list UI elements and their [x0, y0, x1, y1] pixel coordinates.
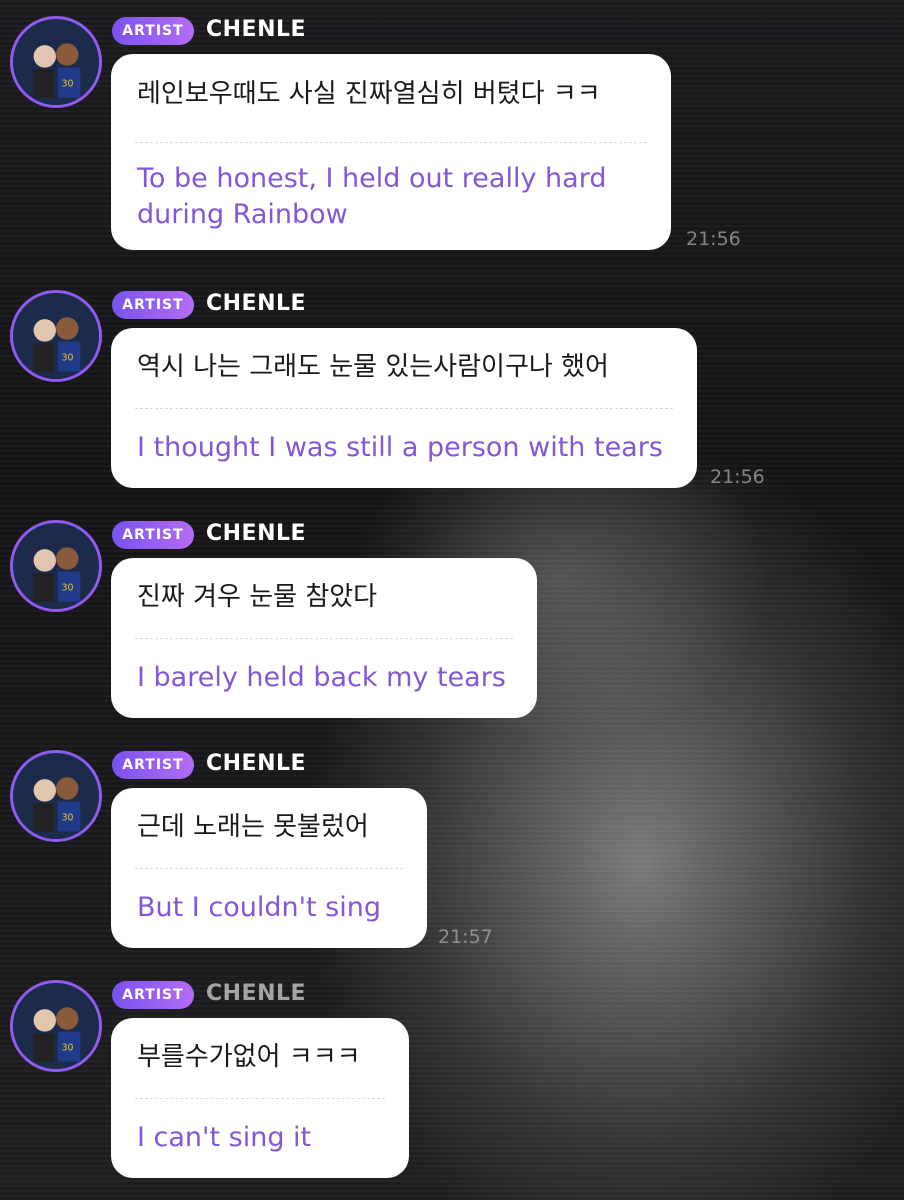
- artist-badge: ARTIST: [112, 17, 194, 45]
- message-bubble[interactable]: 레인보우때도 사실 진짜열심히 버텼다 ㅋㅋ To be honest, I h…: [111, 54, 671, 250]
- artist-badge: ARTIST: [112, 521, 194, 549]
- avatar[interactable]: 30: [10, 980, 102, 1072]
- sender-name: CHENLE: [206, 751, 307, 776]
- timestamp: 21:56: [710, 466, 765, 488]
- original-text: 근데 노래는 못불렀어: [137, 812, 369, 842]
- sender-name: CHENLE: [206, 291, 307, 316]
- original-text: 진짜 겨우 눈물 참았다: [137, 582, 378, 612]
- svg-text:30: 30: [62, 1042, 74, 1053]
- message-bubble[interactable]: 진짜 겨우 눈물 참았다 I barely held back my tears: [111, 558, 537, 718]
- avatar[interactable]: 30: [10, 290, 102, 382]
- original-text: 역시 나는 그래도 눈물 있는사람이구나 했어: [137, 352, 609, 382]
- timestamp: 21:56: [686, 228, 741, 250]
- message-bubble[interactable]: 근데 노래는 못불렀어 But I couldn't sing: [111, 788, 427, 948]
- message-bubble[interactable]: 부를수가없어 ㅋㅋㅋ I can't sing it: [111, 1018, 409, 1178]
- original-text: 레인보우때도 사실 진짜열심히 버텼다 ㅋㅋ: [137, 79, 601, 109]
- svg-text:30: 30: [62, 352, 74, 363]
- sender-name: CHENLE: [206, 981, 307, 1006]
- artist-badge: ARTIST: [112, 981, 194, 1009]
- translated-text: I can't sing it: [137, 1122, 312, 1153]
- translated-text: But I couldn't sing: [137, 892, 381, 923]
- artist-badge: ARTIST: [112, 291, 194, 319]
- svg-text:30: 30: [62, 582, 74, 593]
- svg-text:30: 30: [62, 812, 74, 823]
- artist-badge: ARTIST: [112, 751, 194, 779]
- translated-text: I barely held back my tears: [137, 662, 506, 693]
- avatar[interactable]: 30: [10, 520, 102, 612]
- original-text: 부를수가없어 ㅋㅋㅋ: [137, 1042, 361, 1072]
- avatar[interactable]: 30: [10, 750, 102, 842]
- sender-name: CHENLE: [206, 17, 307, 42]
- message-bubble[interactable]: 역시 나는 그래도 눈물 있는사람이구나 했어 I thought I was …: [111, 328, 697, 488]
- translated-text: I thought I was still a person with tear…: [137, 432, 663, 463]
- sender-name: CHENLE: [206, 521, 307, 546]
- translated-text: To be honest, I held out really hard dur…: [137, 163, 607, 230]
- avatar[interactable]: 30: [10, 16, 102, 108]
- timestamp: 21:57: [438, 926, 493, 948]
- svg-text:30: 30: [62, 78, 74, 89]
